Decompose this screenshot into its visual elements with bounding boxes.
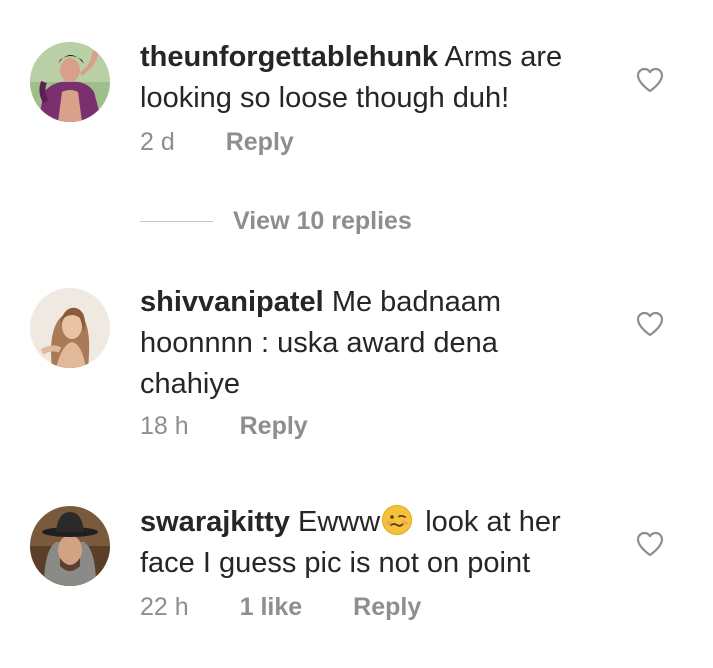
comment-text: shivvanipatel Me badnaam hoonnnn : uska …: [140, 282, 560, 405]
comment-timestamp: 18 h: [140, 412, 189, 440]
heart-outline-icon[interactable]: [636, 531, 664, 557]
replies-divider-line: [140, 220, 213, 222]
user-avatar-woman-icon: [30, 288, 110, 368]
comment-username[interactable]: swarajkitty: [140, 506, 290, 538]
woozy-face-emoji-icon: [381, 504, 413, 536]
reply-button[interactable]: Reply: [226, 128, 294, 157]
avatar[interactable]: [30, 288, 110, 368]
comment-text: swarajkitty Ewww look at her face I gues…: [140, 502, 600, 584]
heart-outline-icon[interactable]: [636, 67, 664, 93]
comment-text: theunforgettablehunk Arms are looking so…: [140, 37, 610, 119]
user-avatar-shirtless-man-icon: [30, 42, 110, 122]
comment-message-start: Ewww: [297, 506, 381, 538]
comment-username[interactable]: theunforgettablehunk: [140, 41, 438, 73]
reply-button[interactable]: Reply: [353, 593, 421, 622]
heart-outline-icon[interactable]: [636, 311, 664, 337]
avatar[interactable]: [30, 42, 110, 122]
reply-button[interactable]: Reply: [240, 412, 308, 441]
comment-meta: 22 h 1 like Reply: [140, 593, 421, 622]
avatar[interactable]: [30, 506, 110, 586]
comment-username[interactable]: shivvanipatel: [140, 286, 324, 318]
comment-like-count[interactable]: 1 like: [240, 593, 303, 622]
view-replies-button[interactable]: View 10 replies: [233, 207, 412, 236]
comment-meta: 18 h Reply: [140, 412, 308, 441]
comment-timestamp: 2 d: [140, 128, 175, 156]
comment-meta: 2 d Reply: [140, 128, 294, 157]
user-avatar-man-hat-icon: [30, 506, 110, 586]
view-replies-row[interactable]: View 10 replies: [140, 205, 412, 237]
comment-timestamp: 22 h: [140, 593, 189, 621]
